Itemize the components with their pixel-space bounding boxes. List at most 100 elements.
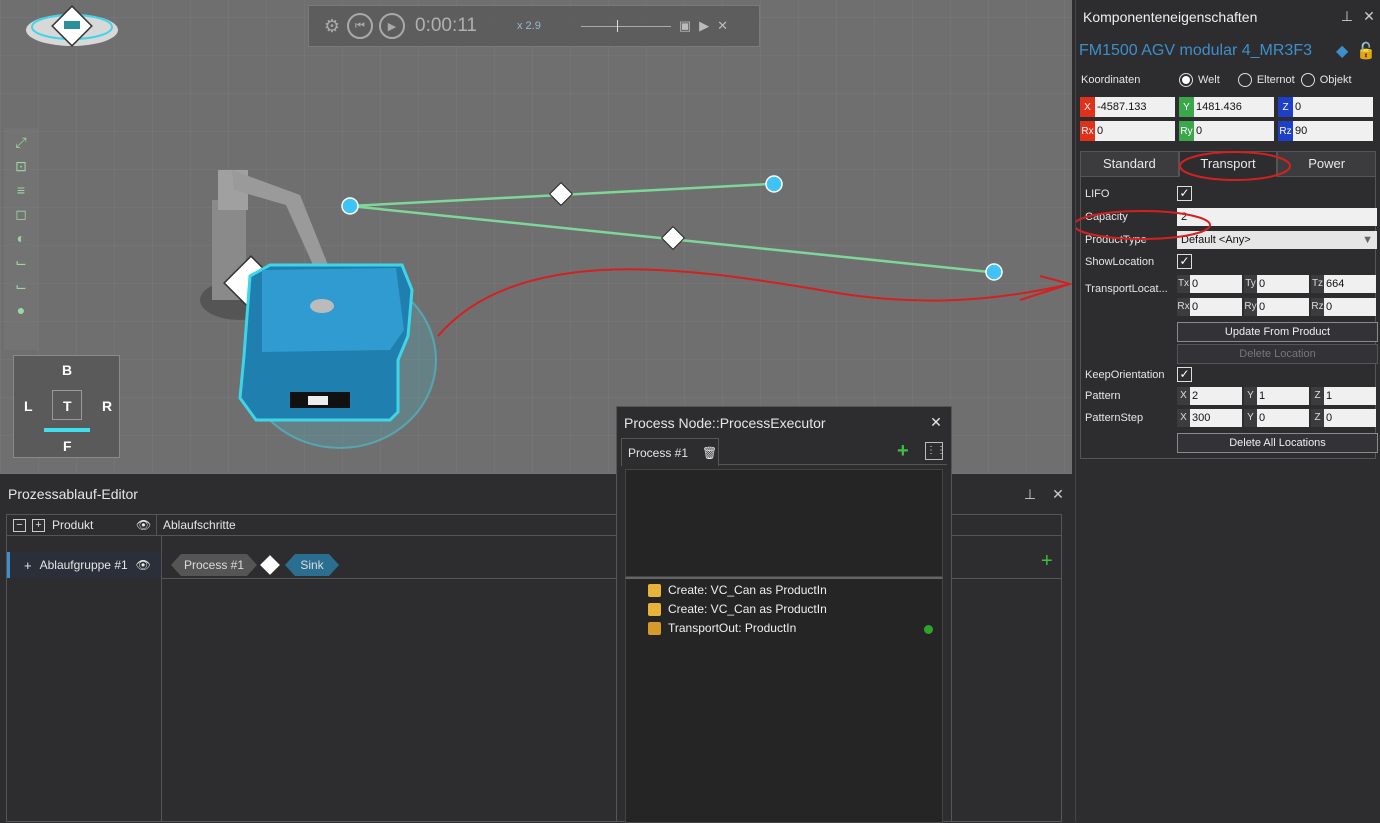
group-row[interactable]: + Ablaufgruppe #1 👁 [7,552,161,578]
pattern-z-field[interactable]: Z1 [1311,387,1376,405]
radio-elternot[interactable]: Elternot [1237,73,1295,87]
create-icon [648,602,661,616]
tx-field[interactable]: Tx 0 [1177,275,1242,293]
step-process-1[interactable]: Process #1 [171,554,257,576]
box-icon[interactable]: ◻ [10,204,32,224]
playback-toolbar: ⚙ ⏮ ▶ 0:00:11 x 2.9 ▣ ▶ ✕ [308,5,760,47]
tz-field[interactable]: Tz 664 [1311,275,1376,293]
ty-field[interactable]: Ty 0 [1244,275,1309,293]
close-icon[interactable]: ✕ [921,414,951,431]
properties-header: Komponenteneigenschaften ⊥ ✕ [1076,0,1380,33]
rz-loc-field[interactable]: Rz 0 [1311,298,1376,316]
grid-icon[interactable]: ⋮⋮ [925,442,946,460]
step-sink[interactable]: Sink [285,554,339,576]
ry-loc-field[interactable]: Ry 0 [1244,298,1309,316]
coordinate-system-row: Koordinaten Welt Elternot Objekt [1076,69,1380,91]
pdf-icon[interactable]: ▣ [679,18,691,34]
add-icon[interactable]: + [897,440,909,463]
delete-all-locations-button[interactable]: Delete All Locations [1177,433,1378,453]
path-node-start[interactable] [341,197,359,215]
pattern-step-z-field[interactable]: Z0 [1311,409,1376,427]
tab-process-1[interactable]: Process #1 🗑 [621,438,719,466]
snap-icon[interactable]: ⌙ [10,252,32,272]
play-icon[interactable]: ▶ [379,13,405,39]
fill-view-icon[interactable]: ⤢ [10,132,32,152]
agv-marker[interactable] [26,5,118,47]
rx-field[interactable]: 0 [1095,121,1175,141]
coords-label: Koordinaten [1081,74,1141,86]
nav-top[interactable]: B [62,362,72,378]
speed-slider[interactable] [580,19,671,32]
close-icon[interactable]: ✕ [1044,486,1072,503]
y-field[interactable]: 1481.436 [1194,97,1274,117]
keep-orientation-checkbox[interactable]: ✓ [1177,367,1192,382]
layers-icon[interactable]: ≡ [10,180,32,200]
color-icon[interactable]: ● [10,300,32,320]
lock-icon[interactable]: 🔓 [1356,41,1380,61]
status-dot [924,625,933,634]
show-location-checkbox[interactable]: ✓ [1177,254,1192,269]
eye-icon[interactable]: 👁 [136,518,156,532]
rewind-icon[interactable]: ⏮ [347,13,373,39]
process-node-title: Process Node::ProcessExecutor [624,414,826,431]
collapse-icon[interactable]: − [13,518,26,532]
properties-panel: Komponenteneigenschaften ⊥ ✕ FM1500 AGV … [1075,0,1380,822]
transport-icon [260,555,280,575]
pattern-y-field[interactable]: Y1 [1244,387,1309,405]
sim-time: 0:00:11 [415,15,477,36]
gear-icon[interactable]: ⚙ [323,16,341,37]
pin-icon[interactable]: ⊥ [1336,8,1358,25]
rz-field[interactable]: 90 [1293,121,1373,141]
create-icon [648,583,661,597]
update-from-product-button[interactable]: Update From Product [1177,322,1378,342]
path-node-end-1[interactable] [765,175,783,193]
tag-icon[interactable]: ◆ [1336,41,1356,61]
process-node-header: Process Node::ProcessExecutor ✕ [617,407,951,438]
pattern-x-field[interactable]: X2 [1177,387,1242,405]
transport-marker-1[interactable] [548,181,574,207]
pin-icon[interactable]: ⊥ [1016,486,1044,503]
rx-loc-field[interactable]: Rx 0 [1177,298,1242,316]
pattern-step-label: PatternStep [1085,412,1144,424]
nav-left[interactable]: L [24,398,33,414]
component-name[interactable]: FM1500 AGV modular 4_MR3F3 [1079,42,1312,60]
statement-create-1[interactable]: Create: VC_Can as ProductIn [648,583,827,597]
expand-icon[interactable]: + [32,518,45,532]
trash-icon[interactable]: 🗑 [702,446,717,460]
eye-icon[interactable]: 👁 [136,558,151,572]
keep-orientation-row: KeepOrientation ✓ [1085,367,1192,382]
nav-right[interactable]: R [102,398,112,414]
pattern-step-x-field[interactable]: X 300 [1177,409,1242,427]
radio-welt[interactable]: Welt [1179,73,1220,87]
nav-cube[interactable]: B L T R F [13,355,120,458]
position-row: X -4587.133 Y 1481.436 Z0 [1080,97,1380,118]
properties-title: Komponenteneigenschaften [1083,8,1258,25]
add-icon[interactable]: + [24,558,32,573]
transport-location-label: TransportLocat... [1085,283,1168,295]
scene-canvas[interactable] [0,0,1072,474]
statement-create-2[interactable]: Create: VC_Can as ProductIn [648,602,827,616]
ry-field[interactable]: 0 [1194,121,1274,141]
pattern-step-y-field[interactable]: Y0 [1244,409,1309,427]
close-icon[interactable]: ✕ [1358,8,1380,25]
view-toolbar: ⤢ ⊡ ≡ ◻ ◐ ⌙ ⌙ ● [4,128,38,350]
measure-icon[interactable]: ⌙ [10,276,32,296]
nav-bottom[interactable]: F [63,438,72,454]
fit-selection-icon[interactable]: ⊡ [10,156,32,176]
3d-viewport[interactable]: ⚙ ⏮ ▶ 0:00:11 x 2.9 ▣ ▶ ✕ ⤢ ⊡ ≡ ◻ ◐ ⌙ ⌙ … [0,0,1072,474]
statement-transport-out[interactable]: TransportOut: ProductIn [648,621,796,635]
path-node-end-2[interactable] [985,263,1003,281]
statement-list[interactable]: Create: VC_Can as ProductIn Create: VC_C… [625,577,943,823]
settings-icon[interactable]: ✕ [717,18,728,34]
x-field[interactable]: -4587.133 [1095,97,1175,117]
radio-objekt[interactable]: Objekt [1300,73,1352,87]
z-field[interactable]: 0 [1293,97,1373,117]
video-icon[interactable]: ▶ [699,18,709,34]
delete-location-button[interactable]: Delete Location [1177,344,1378,364]
process-canvas[interactable] [625,469,943,577]
agv-selected[interactable] [238,263,437,449]
render-mode-icon[interactable]: ◐ [10,228,32,248]
add-step-icon[interactable]: + [1041,550,1053,573]
transport-marker-2[interactable] [660,225,686,251]
annotation-circles [1076,151,1291,240]
